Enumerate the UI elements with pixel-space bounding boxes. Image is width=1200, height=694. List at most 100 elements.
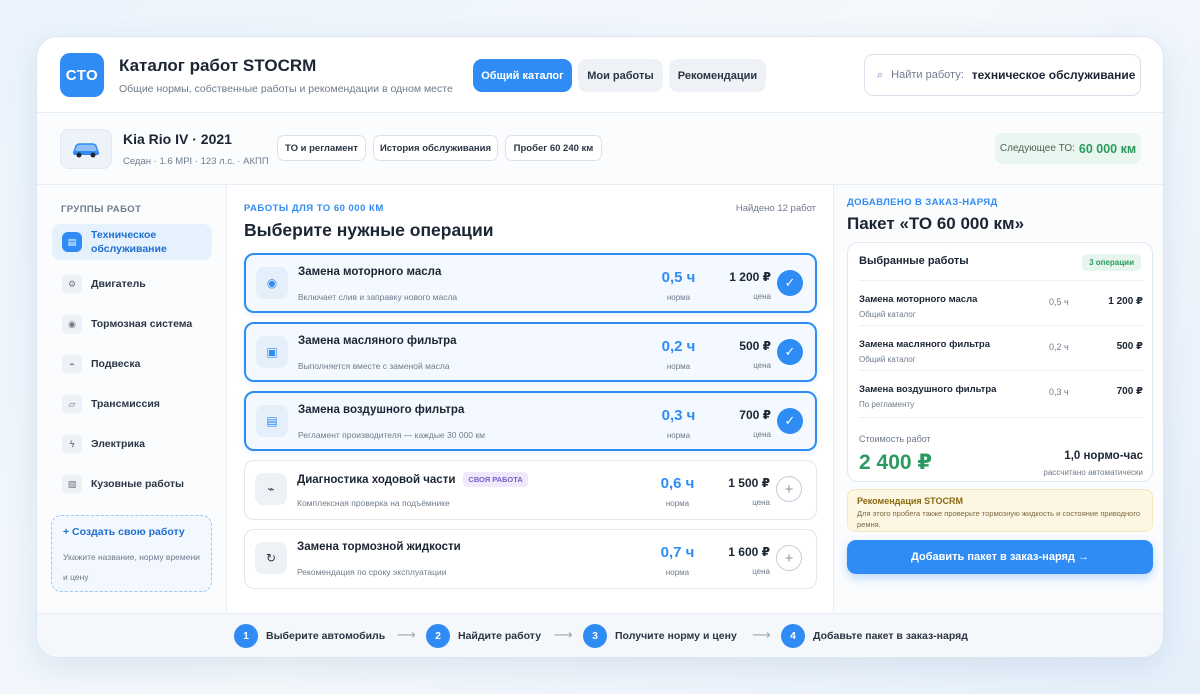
operation-card-chassis-diagnostics[interactable]: ⌁ Диагностика ходовой части СВОЯ РАБОТА К…: [244, 460, 817, 520]
step-label: Получите норму и цену: [615, 630, 737, 642]
sidebar-item-electrics[interactable]: ϟ Электрика: [52, 426, 212, 462]
next-service-label: Следующее ТО:: [999, 143, 1075, 154]
sidebar-item-label: Кузовные работы: [91, 478, 185, 490]
price-label: цена: [753, 361, 771, 370]
work-price: 1 200 ₽: [1108, 296, 1143, 307]
arrow-right-icon: ⟶: [397, 627, 416, 642]
search-input[interactable]: ⌕ Найти работу: техническое обслуживание: [864, 54, 1141, 96]
recommendation-box: Рекомендация STOCRM Для этого пробега та…: [847, 489, 1153, 532]
tab-general-catalog[interactable]: Общий каталог: [473, 59, 572, 92]
chip-mileage[interactable]: Пробег 60 240 км: [505, 135, 602, 161]
total-section: Стоимость работ 2 400 ₽ 1,0 нормо-час ра…: [859, 417, 1143, 481]
hours-label: норма: [665, 499, 690, 508]
results-count: Найдено 12 работ: [735, 203, 816, 214]
steps-footer: 1 Выберите автомобиль ⟶ 2 Найдите работу…: [37, 613, 1163, 657]
operation-hours: 0,2 ч: [661, 338, 696, 355]
auto-calculated-note: рассчитано автоматически: [1043, 468, 1143, 477]
operation-name: Диагностика ходовой части: [297, 473, 456, 486]
selected-work-row: Замена воздушного фильтра По регламенту …: [859, 370, 1143, 415]
work-source: По регламенту: [859, 400, 915, 409]
gear-icon: ⚙: [62, 274, 82, 294]
sidebar-item-brakes[interactable]: ◉ Тормозная система: [52, 306, 212, 342]
suspension-icon: ⌁: [62, 354, 82, 374]
chip-service-history[interactable]: История обслуживания: [373, 135, 498, 161]
vehicle-title: Kia Rio IV · 2021: [123, 131, 232, 147]
package-title: Пакет «ТО 60 000 км»: [847, 214, 1025, 233]
operations-eyebrow: РАБОТЫ ДЛЯ ТО 60 000 КМ: [244, 203, 384, 214]
operation-title: Замена масляного фильтра: [298, 335, 457, 347]
selected-check-icon[interactable]: ✓: [777, 270, 803, 296]
body-icon: ▧: [62, 474, 82, 494]
recommendation-text: Для этого пробега также проверьте тормоз…: [857, 509, 1141, 529]
vehicle-bar: Kia Rio IV · 2021 Седан · 1.6 MPI · 123 …: [37, 113, 1163, 185]
price-label: цена: [752, 498, 770, 507]
hours-label: норма: [666, 431, 691, 440]
hours-label: норма: [666, 362, 691, 371]
app-logo: СТО: [60, 53, 104, 97]
sidebar-item-engine[interactable]: ⚙ Двигатель: [52, 266, 212, 302]
sidebar-item-label: Трансмиссия: [91, 398, 160, 410]
sidebar-item-suspension[interactable]: ⌁ Подвеска: [52, 346, 212, 382]
operation-card-brake-fluid[interactable]: ↻ Замена тормозной жидкости Рекомендация…: [244, 529, 817, 589]
refresh-icon: ↻: [255, 542, 287, 574]
step-label: Найдите работу: [458, 630, 542, 642]
step-label: Добавьте пакет в заказ-наряд: [813, 630, 968, 642]
operation-card-air-filter[interactable]: ▤ Замена воздушного фильтра Регламент пр…: [244, 391, 817, 451]
selected-check-icon[interactable]: ✓: [777, 339, 803, 365]
operation-title: Замена воздушного фильтра: [298, 404, 464, 416]
operations-count-badge: 3 операции: [1082, 254, 1141, 271]
total-norm-hours: 1,0 нормо-час: [1064, 450, 1143, 462]
search-icon: ⌕: [877, 68, 884, 81]
chip-service-schedule[interactable]: ТО и регламент: [277, 135, 366, 161]
search-label: Найти работу:: [891, 69, 964, 81]
operation-title: Замена тормозной жидкости: [297, 541, 461, 553]
step-3: 3 Получите норму и цену: [583, 623, 737, 649]
operation-price: 1 500 ₽: [728, 476, 770, 490]
hours-label: норма: [666, 293, 691, 302]
operation-card-oil-change[interactable]: ◉ Замена моторного масла Включает слив и…: [244, 253, 817, 313]
sidebar-item-maintenance[interactable]: ▤ Техническое обслуживание: [52, 224, 212, 260]
order-panel: ДОБАВЛЕНО В ЗАКАЗ-НАРЯД Пакет «ТО 60 000…: [834, 185, 1163, 613]
tab-recommendations[interactable]: Рекомендации: [669, 59, 766, 92]
step-1: 1 Выберите автомобиль: [234, 623, 385, 649]
vehicle-specs: Седан · 1.6 MPI · 123 л.с. · АКПП: [123, 156, 269, 167]
sidebar-item-label: Тормозная система: [91, 318, 193, 330]
operation-hours: 0,7 ч: [660, 544, 695, 561]
work-groups-sidebar: ГРУППЫ РАБОТ ▤ Техническое обслуживание …: [37, 185, 227, 613]
search-value[interactable]: техническое обслуживание: [972, 68, 1136, 82]
sidebar-item-transmission[interactable]: ▱ Трансмиссия: [52, 386, 212, 422]
suspension-icon: ⌁: [255, 473, 287, 505]
step-number: 1: [234, 624, 258, 648]
selected-works-card: Выбранные работы 3 операции Замена мотор…: [847, 242, 1153, 482]
maintenance-icon: ▤: [62, 232, 82, 252]
order-eyebrow: ДОБАВЛЕНО В ЗАКАЗ-НАРЯД: [847, 197, 998, 208]
hours-label: норма: [665, 568, 690, 577]
operation-description: Регламент производителя — каждые 30 000 …: [298, 430, 485, 440]
price-label: цена: [752, 567, 770, 576]
sidebar-item-body-works[interactable]: ▧ Кузовные работы: [52, 466, 212, 502]
add-plus-icon[interactable]: +: [776, 476, 802, 502]
step-2: 2 Найдите работу: [426, 623, 541, 649]
filter-icon: ▣: [256, 336, 288, 368]
create-own-work-button[interactable]: + Создать свою работу Укажите название, …: [51, 515, 212, 592]
operation-card-oil-filter[interactable]: ▣ Замена масляного фильтра Выполняется в…: [244, 322, 817, 382]
step-label: Выберите автомобиль: [266, 630, 386, 642]
create-work-hint: Укажите название, норму времени и цену: [63, 552, 200, 582]
selected-check-icon[interactable]: ✓: [777, 408, 803, 434]
operation-price: 1 200 ₽: [729, 270, 771, 284]
operation-price: 500 ₽: [739, 339, 771, 353]
operation-hours: 0,3 ч: [661, 407, 696, 424]
step-number: 4: [781, 624, 805, 648]
lightning-icon: ϟ: [62, 434, 82, 454]
step-number: 3: [583, 624, 607, 648]
add-plus-icon[interactable]: +: [776, 545, 802, 571]
recommendation-title: Рекомендация STOCRM: [857, 496, 964, 506]
work-price: 700 ₽: [1116, 386, 1143, 397]
add-package-button[interactable]: Добавить пакет в заказ-наряд →: [847, 540, 1153, 574]
tab-my-works[interactable]: Мои работы: [578, 59, 663, 92]
operation-name: Замена тормозной жидкости: [297, 541, 461, 553]
selected-work-row: Замена моторного масла Общий каталог 0,5…: [859, 280, 1143, 325]
sidebar-item-label: Подвеска: [91, 358, 141, 370]
sidebar-item-label: Электрика: [91, 438, 145, 450]
selected-work-row: Замена масляного фильтра Общий каталог 0…: [859, 325, 1143, 370]
